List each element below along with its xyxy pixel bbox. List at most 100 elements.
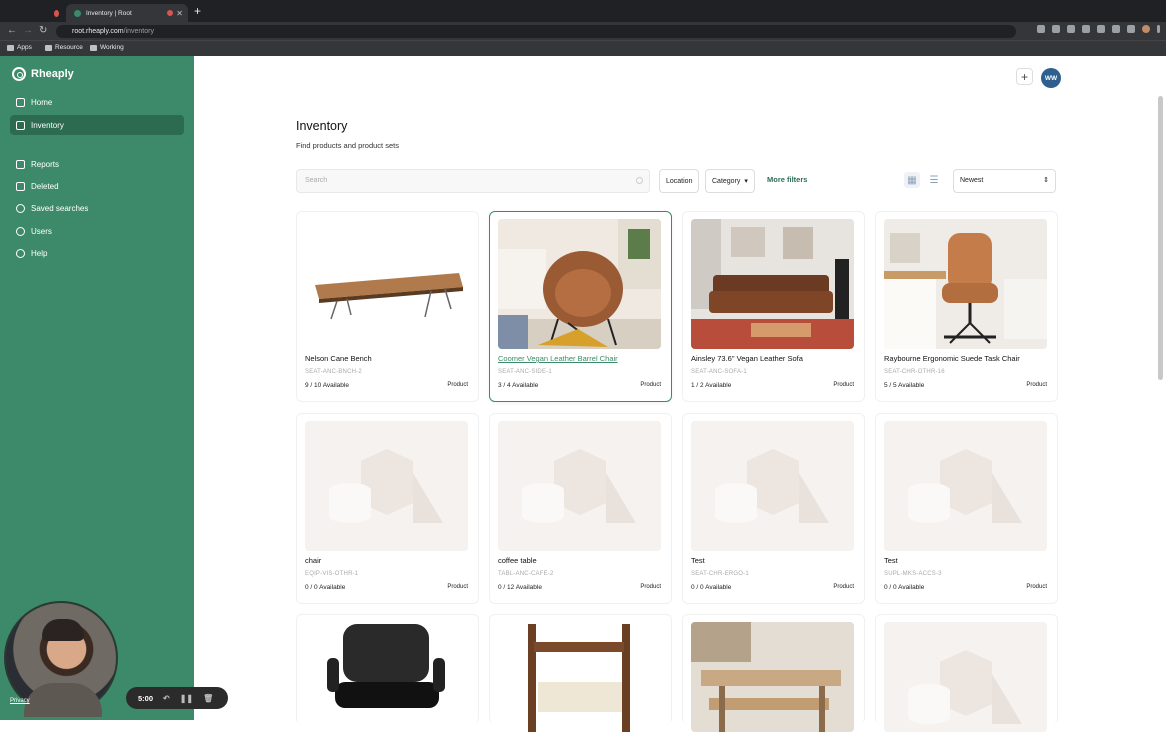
folder-icon (90, 44, 97, 51)
extension-icon[interactable] (1037, 25, 1045, 33)
privacy-link[interactable]: Privacy (10, 698, 30, 704)
tab-close-icon[interactable]: ✕ (176, 9, 183, 18)
inventory-icon (16, 120, 25, 130)
url-input[interactable]: root.rheaply.com/inventory (56, 25, 1016, 38)
product-image (305, 622, 468, 732)
sidebar-item-help[interactable]: Help (10, 243, 184, 263)
filter-label: Location (666, 177, 693, 185)
url-host: root.rheaply.com (72, 28, 124, 35)
sidebar-item-label: Inventory (31, 120, 64, 130)
product-name[interactable]: Test (884, 556, 898, 565)
category-filter-button[interactable]: Category ▾ (705, 169, 755, 193)
page-scrollbar[interactable] (1158, 96, 1163, 380)
product-card[interactable]: coffee table TABL-ANC-CAFE-2 0 / 12 Avai… (489, 413, 672, 604)
product-availability: 3 / 4 Available (498, 382, 539, 389)
tab-favicon-icon (54, 9, 59, 17)
extension-icon[interactable] (1082, 25, 1090, 33)
placeholder-image (691, 421, 854, 551)
product-card[interactable] (489, 614, 672, 732)
grid-view-icon[interactable]: ▦ (904, 172, 920, 188)
forward-icon[interactable]: → (23, 25, 33, 37)
webcam-person-head (42, 619, 84, 641)
rheaply-favicon-icon (74, 9, 81, 17)
menu-icon[interactable] (1157, 25, 1160, 33)
location-filter-button[interactable]: Location (659, 169, 700, 193)
back-icon[interactable]: ← (7, 25, 17, 37)
bookmark-apps[interactable]: Apps (7, 44, 32, 51)
delete-icon[interactable]: 🗑 (203, 694, 213, 703)
bookmark-working[interactable]: Working (90, 44, 124, 51)
sidebar-item-deleted[interactable]: Deleted (10, 176, 184, 196)
bookmark-star-icon[interactable] (1067, 25, 1075, 33)
product-sku: SEAT-CHR-OTHR-16 (884, 369, 945, 375)
product-availability: 0 / 0 Available (305, 584, 346, 591)
product-sku: SEAT-CHR-ERGO-1 (691, 571, 749, 577)
new-tab-icon[interactable]: + (194, 5, 201, 17)
product-name[interactable]: coffee table (498, 556, 537, 565)
product-image (691, 622, 854, 732)
product-type-badge: Product (447, 382, 468, 388)
restart-icon[interactable]: ↶ (163, 694, 170, 703)
product-name[interactable]: Coomer Vegan Leather Barrel Chair (498, 354, 618, 363)
sidebar-item-reports[interactable]: Reports (10, 154, 184, 174)
pause-icon[interactable]: ❚❚ (180, 694, 193, 703)
product-card[interactable] (875, 614, 1058, 732)
share-icon[interactable] (1052, 25, 1060, 33)
page-title: Inventory (296, 119, 348, 133)
product-card[interactable] (296, 614, 479, 732)
product-name[interactable]: Ainsley 73.6" Vegan Leather Sofa (691, 354, 803, 363)
user-avatar[interactable]: WW (1041, 68, 1061, 88)
product-card[interactable]: Ainsley 73.6" Vegan Leather Sofa SEAT-AN… (682, 211, 865, 402)
sidebar-item-inventory[interactable]: Inventory (10, 115, 184, 135)
product-type-badge: Product (447, 584, 468, 590)
placeholder-image (498, 421, 661, 551)
product-card[interactable]: Raybourne Ergonomic Suede Task Chair SEA… (875, 211, 1058, 402)
product-name[interactable]: Raybourne Ergonomic Suede Task Chair (884, 354, 1020, 363)
browser-tab[interactable] (8, 4, 64, 22)
extension-icon[interactable] (1097, 25, 1105, 33)
sidebar-item-users[interactable]: Users (10, 221, 184, 241)
product-card[interactable]: Test SEAT-CHR-ERGO-1 0 / 0 Available Pro… (682, 413, 865, 604)
placeholder-image (884, 421, 1047, 551)
puzzle-icon[interactable] (1112, 25, 1120, 33)
folder-icon (45, 44, 52, 51)
bookmarks-bar: Apps Resource Working (0, 40, 1166, 56)
product-card[interactable]: chair EQIP-VIS-OTHR-1 0 / 0 Available Pr… (296, 413, 479, 604)
product-image (691, 219, 854, 349)
sidebar-item-label: Deleted (31, 181, 59, 191)
product-sku: SEAT-ANC-SOFA-1 (691, 369, 747, 375)
sidebar-item-saved-searches[interactable]: Saved searches (10, 198, 184, 218)
add-button[interactable]: + (1016, 68, 1033, 85)
product-image (498, 219, 661, 349)
reload-icon[interactable]: ↻ (39, 25, 47, 37)
product-availability: 1 / 2 Available (691, 382, 732, 389)
browser-tab-bar: Inventory | Root ✕ + (0, 0, 1166, 22)
saved-search-icon (16, 203, 25, 213)
apps-icon (7, 44, 14, 51)
brand-logo[interactable]: Rheaply (12, 67, 74, 81)
product-name[interactable]: Nelson Cane Bench (305, 354, 372, 363)
more-filters-link[interactable]: More filters (767, 175, 807, 184)
address-bar-row: ← → ↻ root.rheaply.com/inventory (0, 22, 1166, 40)
product-name[interactable]: chair (305, 556, 321, 565)
users-icon (16, 226, 25, 236)
header-actions: + WW (1016, 68, 1061, 88)
trash-icon (16, 181, 25, 191)
bookmark-resource[interactable]: Resource (45, 44, 83, 51)
product-sku: TABL-ANC-CAFE-2 (498, 571, 554, 577)
product-name[interactable]: Test (691, 556, 705, 565)
list-view-icon[interactable]: ☰ (926, 172, 942, 188)
product-type-badge: Product (1026, 382, 1047, 388)
search-input[interactable]: Search (296, 169, 650, 193)
url-path: /inventory (123, 28, 154, 35)
product-card[interactable]: Nelson Cane Bench SEAT-ANC-BNCH-2 9 / 10… (296, 211, 479, 402)
browser-tab-active[interactable]: Inventory | Root ✕ (66, 4, 188, 22)
profile-avatar[interactable] (1142, 25, 1150, 33)
product-card[interactable]: Test SUPL-MKS-ACCS-3 0 / 0 Available Pro… (875, 413, 1058, 604)
product-card[interactable]: Coomer Vegan Leather Barrel Chair SEAT-A… (489, 211, 672, 402)
sort-select[interactable]: Newest ⇕ (953, 169, 1056, 193)
product-card[interactable] (682, 614, 865, 732)
sidepanel-icon[interactable] (1127, 25, 1135, 33)
sidebar-item-home[interactable]: Home (10, 92, 184, 112)
caret-down-icon: ▾ (744, 178, 748, 185)
